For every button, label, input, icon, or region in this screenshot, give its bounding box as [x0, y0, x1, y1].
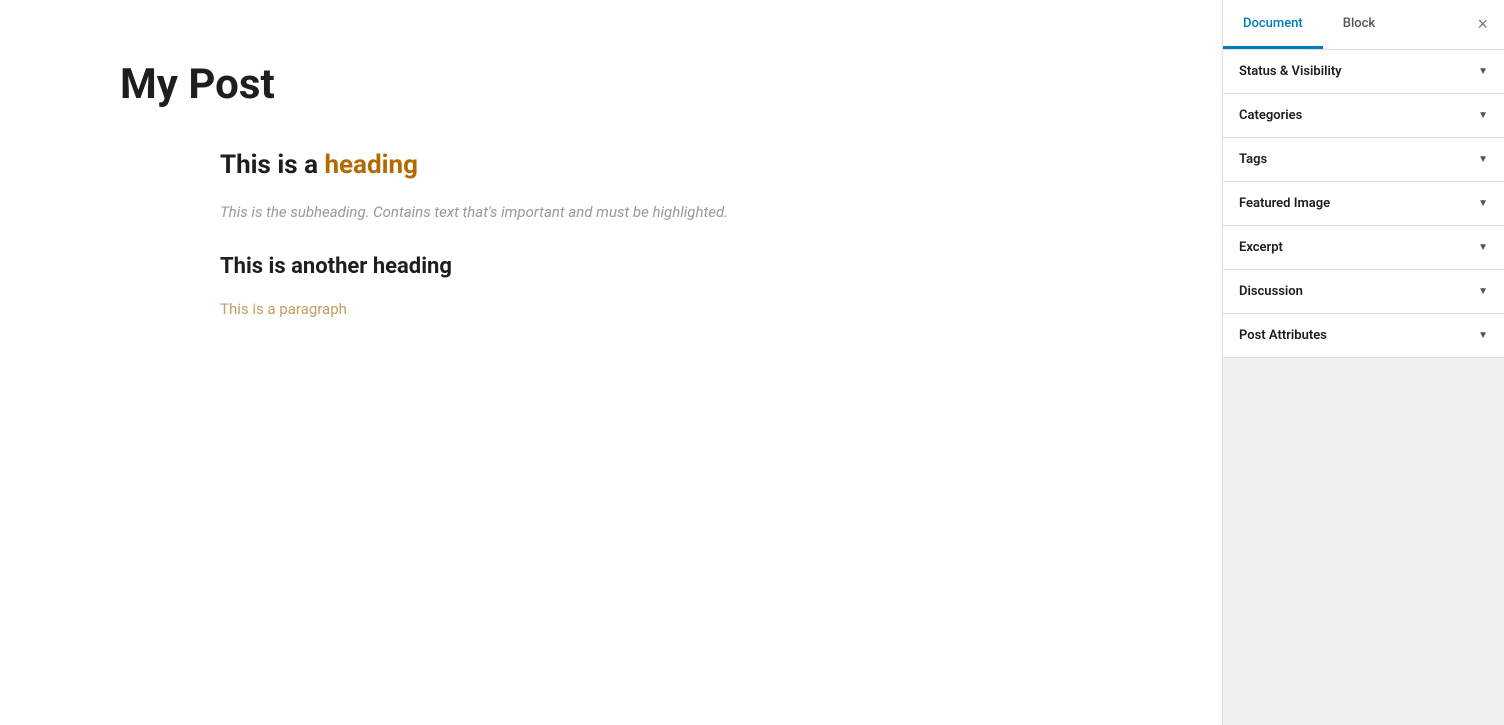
section-status-visibility-label: Status & Visibility	[1239, 64, 1342, 79]
paragraph-link[interactable]: This is a paragraph	[220, 300, 347, 318]
sidebar-gray-area	[1223, 358, 1504, 725]
sidebar-header: Document Block ×	[1223, 0, 1504, 50]
section-categories-label: Categories	[1239, 108, 1302, 123]
chevron-down-icon: ▼	[1478, 330, 1488, 341]
chevron-down-icon: ▼	[1478, 198, 1488, 209]
heading-2: This is another heading	[220, 254, 900, 279]
sidebar-close-button[interactable]: ×	[1461, 0, 1504, 49]
section-excerpt-label: Excerpt	[1239, 240, 1283, 255]
section-excerpt[interactable]: Excerpt ▼	[1223, 226, 1504, 270]
chevron-down-icon: ▼	[1478, 66, 1488, 77]
tab-block[interactable]: Block	[1323, 0, 1395, 49]
chevron-down-icon: ▼	[1478, 286, 1488, 297]
heading-1-highlight: heading	[324, 150, 417, 180]
section-tags-label: Tags	[1239, 152, 1267, 167]
heading-1: This is a heading	[220, 150, 900, 180]
section-categories[interactable]: Categories ▼	[1223, 94, 1504, 138]
section-tags[interactable]: Tags ▼	[1223, 138, 1504, 182]
section-discussion[interactable]: Discussion ▼	[1223, 270, 1504, 314]
chevron-down-icon: ▼	[1478, 242, 1488, 253]
sidebar: Document Block × Status & Visibility ▼ C…	[1222, 0, 1504, 725]
tab-document[interactable]: Document	[1223, 0, 1323, 49]
editor-main: My Post This is a heading This is the su…	[0, 0, 1222, 725]
section-status-visibility[interactable]: Status & Visibility ▼	[1223, 50, 1504, 94]
chevron-down-icon: ▼	[1478, 154, 1488, 165]
chevron-down-icon: ▼	[1478, 110, 1488, 121]
section-discussion-label: Discussion	[1239, 284, 1303, 299]
content-area: This is a heading This is the subheading…	[220, 150, 900, 318]
section-post-attributes-label: Post Attributes	[1239, 328, 1327, 343]
post-title[interactable]: My Post	[120, 60, 1142, 110]
section-featured-image[interactable]: Featured Image ▼	[1223, 182, 1504, 226]
section-featured-image-label: Featured Image	[1239, 196, 1330, 211]
heading-1-text-before: This is a	[220, 150, 324, 180]
section-post-attributes[interactable]: Post Attributes ▼	[1223, 314, 1504, 358]
subheading-text: This is the subheading. Contains text th…	[220, 200, 900, 224]
